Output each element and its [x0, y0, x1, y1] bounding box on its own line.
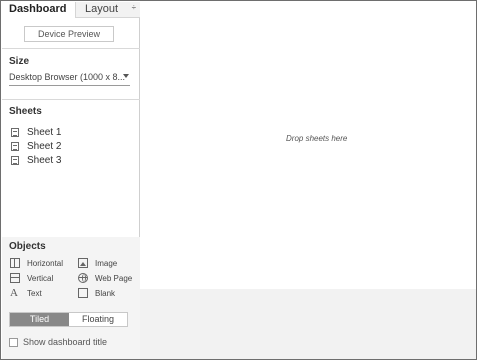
drop-sheets-hint: Drop sheets here — [286, 134, 348, 143]
web-page-icon — [78, 273, 88, 283]
size-dropdown-value: Desktop Browser (1000 x 8... — [9, 72, 126, 82]
divider — [2, 48, 140, 49]
object-label: Text — [27, 289, 42, 298]
tab-dashboard[interactable]: Dashboard — [2, 2, 74, 18]
sheets-section-title: Sheets — [9, 106, 42, 117]
worksheet-icon — [11, 128, 19, 137]
floating-button[interactable]: Floating — [69, 313, 127, 326]
dashboard-canvas[interactable]: Drop sheets here — [140, 2, 476, 289]
device-preview-button[interactable]: Device Preview — [24, 26, 114, 42]
sheet-label: Sheet 2 — [27, 141, 62, 152]
blank-icon — [78, 288, 88, 298]
image-icon — [78, 258, 88, 268]
vertical-container-icon — [10, 273, 20, 283]
tiled-floating-toggle: Tiled Floating — [9, 312, 128, 327]
object-label: Web Page — [95, 274, 133, 283]
divider — [2, 99, 140, 100]
size-dropdown[interactable]: Desktop Browser (1000 x 8... — [9, 72, 130, 86]
objects-section-title: Objects — [9, 241, 46, 252]
object-label: Horizontal — [27, 259, 64, 268]
object-label: Image — [95, 259, 118, 268]
text-icon: A — [10, 287, 18, 299]
sort-arrows-icon: ÷ — [131, 3, 136, 12]
tiled-button[interactable]: Tiled — [10, 313, 69, 326]
object-label: Blank — [95, 289, 116, 298]
show-title-checkbox[interactable] — [9, 338, 18, 347]
show-title-label: Show dashboard title — [23, 337, 108, 347]
size-section-title: Size — [9, 56, 30, 67]
dropdown-caret-icon — [123, 74, 129, 78]
worksheet-icon — [11, 142, 19, 151]
dashboard-sidebar: Dashboard Layout ÷ Device Preview Size D… — [2, 2, 140, 359]
sidebar-tabs: Dashboard Layout ÷ — [2, 2, 140, 18]
canvas-empty-area — [140, 289, 476, 359]
worksheet-icon — [11, 156, 19, 165]
sheet-label: Sheet 1 — [27, 127, 62, 138]
tab-layout[interactable]: Layout ÷ — [75, 2, 140, 18]
app-frame: Dashboard Layout ÷ Device Preview Size D… — [0, 0, 477, 360]
object-label: Vertical — [27, 274, 54, 283]
sheet-label: Sheet 3 — [27, 155, 62, 166]
tab-layout-label: Layout — [85, 3, 119, 15]
horizontal-container-icon — [10, 258, 20, 268]
